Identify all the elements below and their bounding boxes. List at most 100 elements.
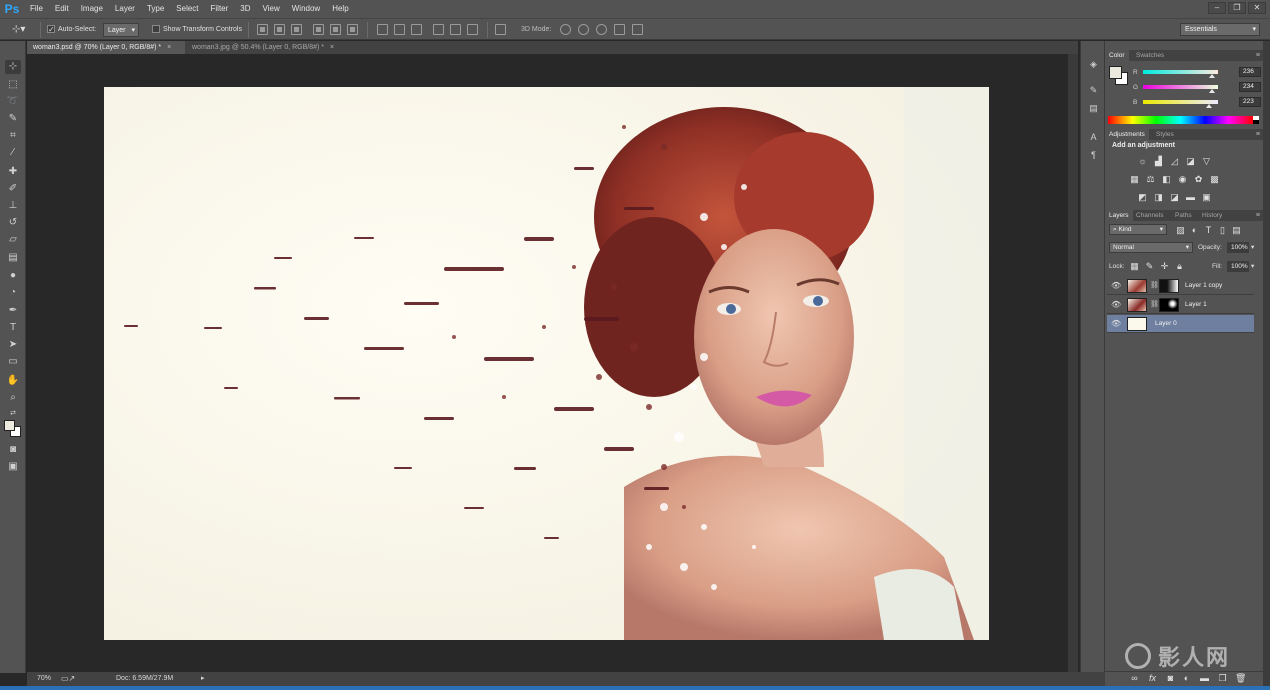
red-slider[interactable]: R 236 — [1133, 67, 1261, 78]
gradient-tool-icon[interactable]: ▤ — [5, 251, 21, 265]
menu-3d[interactable]: 3D — [234, 0, 256, 18]
blur-tool-icon[interactable]: ● — [5, 269, 21, 283]
show-transform-checkbox[interactable] — [152, 25, 160, 34]
green-track[interactable] — [1143, 85, 1218, 89]
filter-adjustment-icon[interactable]: ◐ — [1189, 225, 1200, 235]
opacity-arrow-icon[interactable]: ▾ — [1251, 242, 1254, 253]
black-white-swatch[interactable] — [1253, 116, 1259, 124]
blue-value[interactable]: 223 — [1239, 97, 1261, 107]
tab-paths[interactable]: Paths — [1171, 210, 1196, 221]
layer-style-icon[interactable]: fx — [1147, 673, 1158, 683]
lock-position-icon[interactable]: ✛ — [1159, 261, 1170, 271]
lasso-tool-icon[interactable]: ➰ — [5, 95, 21, 109]
paragraph-panel-icon[interactable]: ¶ — [1087, 149, 1100, 161]
lock-image-pixels-icon[interactable]: ✎ — [1144, 261, 1155, 271]
canvas-vertical-scrollbar[interactable] — [1068, 54, 1078, 672]
brush-tool-icon[interactable]: ✐ — [5, 182, 21, 196]
red-track[interactable] — [1143, 70, 1218, 74]
color-spectrum-bar[interactable] — [1108, 116, 1253, 124]
levels-icon[interactable]: ▟ — [1153, 156, 1164, 166]
menu-edit[interactable]: Edit — [49, 0, 75, 18]
tab-woman3-jpg[interactable]: woman3.jpg @ 50.4% (Layer 0, RGB/8#) * × — [186, 41, 352, 54]
align-right-icon[interactable] — [347, 24, 358, 35]
brush-presets-icon[interactable]: ▤ — [1087, 102, 1100, 114]
menu-file[interactable]: File — [24, 0, 49, 18]
delete-layer-icon[interactable]: 🗑︎ — [1235, 673, 1246, 683]
visibility-eye-icon[interactable]: 👁︎ — [1111, 300, 1121, 309]
threshold-icon[interactable]: ◪ — [1169, 192, 1180, 202]
green-thumb[interactable] — [1208, 89, 1215, 93]
dodge-tool-icon[interactable]: ◔ — [5, 286, 21, 300]
history-panel-icon[interactable]: ◈ — [1087, 58, 1100, 70]
hand-tool-icon[interactable]: ✋ — [5, 374, 21, 388]
hue-saturation-icon[interactable]: ▦ — [1129, 174, 1140, 184]
document-canvas[interactable] — [104, 87, 989, 640]
green-slider[interactable]: G 234 — [1133, 82, 1261, 93]
path-selection-tool-icon[interactable]: ➤ — [5, 338, 21, 352]
gradient-map-icon[interactable]: ▬ — [1185, 192, 1196, 202]
panel-menu-icon[interactable]: ≡ — [1256, 129, 1260, 140]
filter-smart-object-icon[interactable]: ▤ — [1231, 225, 1242, 235]
tab-swatches[interactable]: Swatches — [1132, 50, 1168, 61]
move-tool-icon[interactable]: ⊹ — [5, 60, 21, 74]
panels-scrollbar[interactable] — [1263, 41, 1270, 686]
character-panel-icon[interactable]: A — [1087, 131, 1100, 143]
blue-thumb[interactable] — [1205, 104, 1212, 108]
workspace-switcher[interactable]: Essentials ▾ — [1180, 23, 1260, 36]
align-top-icon[interactable] — [257, 24, 268, 35]
red-thumb[interactable] — [1209, 74, 1216, 78]
lock-all-icon[interactable]: 🔒︎ — [1174, 261, 1185, 271]
distribute-bottom-icon[interactable] — [411, 24, 422, 35]
brightness-contrast-icon[interactable]: ☼ — [1137, 156, 1148, 166]
menu-image[interactable]: Image — [75, 0, 109, 18]
layer-row-layer-0[interactable]: 👁︎ Layer 0 — [1107, 315, 1254, 333]
layer-mask-thumbnail[interactable] — [1159, 298, 1179, 312]
type-tool-icon[interactable]: T — [5, 321, 21, 335]
menu-window[interactable]: Window — [286, 0, 326, 18]
auto-select-option[interactable]: Auto-Select: — [47, 23, 96, 37]
new-group-icon[interactable]: ▬ — [1199, 673, 1210, 683]
align-horizontal-center-icon[interactable] — [330, 24, 341, 35]
quick-mask-icon[interactable]: ◙ — [5, 443, 21, 457]
minimize-button[interactable]: – — [1208, 2, 1226, 14]
3d-pan-icon[interactable] — [596, 24, 607, 35]
lock-transparent-pixels-icon[interactable]: ▦ — [1129, 261, 1140, 271]
distribute-right-icon[interactable] — [467, 24, 478, 35]
3d-roll-icon[interactable] — [578, 24, 589, 35]
layer-thumbnail[interactable] — [1127, 317, 1147, 331]
layer-thumbnail[interactable] — [1127, 298, 1147, 312]
layer-filter-kind[interactable]: ⌕ Kind ▾ — [1109, 224, 1167, 235]
menu-layer[interactable]: Layer — [109, 0, 141, 18]
posterize-icon[interactable]: ◨ — [1153, 192, 1164, 202]
marquee-tool-icon[interactable]: ⬚ — [5, 78, 21, 92]
tab-styles[interactable]: Styles — [1152, 129, 1178, 140]
auto-select-checkbox[interactable] — [47, 23, 55, 37]
new-layer-icon[interactable]: ❐ — [1217, 673, 1228, 683]
eyedropper-tool-icon[interactable]: ⁄ — [5, 146, 21, 160]
blend-mode-dropdown[interactable]: Normal ▾ — [1109, 242, 1193, 253]
exposure-icon[interactable]: ◪ — [1185, 156, 1196, 166]
filter-shape-icon[interactable]: ▯ — [1217, 225, 1228, 235]
black-white-icon[interactable]: ◧ — [1161, 174, 1172, 184]
zoom-level[interactable]: 70% — [37, 672, 51, 686]
restore-button[interactable]: ❐ — [1228, 2, 1246, 14]
3d-slide-icon[interactable] — [614, 24, 625, 35]
layer-mask-thumbnail[interactable] — [1159, 279, 1179, 293]
foreground-color-swatch[interactable] — [1109, 66, 1122, 79]
menu-type[interactable]: Type — [141, 0, 170, 18]
filter-type-icon[interactable]: T — [1203, 225, 1214, 235]
tab-history[interactable]: History — [1198, 210, 1226, 221]
clone-stamp-tool-icon[interactable]: ⊥ — [5, 199, 21, 213]
red-value[interactable]: 236 — [1239, 67, 1261, 77]
tab-channels[interactable]: Channels — [1132, 210, 1167, 221]
visibility-eye-icon[interactable]: 👁︎ — [1111, 319, 1121, 328]
healing-brush-tool-icon[interactable]: ✚ — [5, 165, 21, 179]
tab-woman3-psd[interactable]: woman3.psd @ 70% (Layer 0, RGB/8#) * × — [27, 41, 185, 54]
color-balance-icon[interactable]: ⚖ — [1145, 174, 1156, 184]
filter-pixel-icon[interactable]: ▨ — [1175, 225, 1186, 235]
show-transform-option[interactable]: Show Transform Controls — [152, 23, 242, 37]
foreground-color-swatch[interactable] — [4, 420, 15, 431]
distribute-vertical-center-icon[interactable] — [394, 24, 405, 35]
quick-selection-tool-icon[interactable]: ✎ — [5, 112, 21, 126]
close-window-button[interactable]: ✕ — [1248, 2, 1266, 14]
